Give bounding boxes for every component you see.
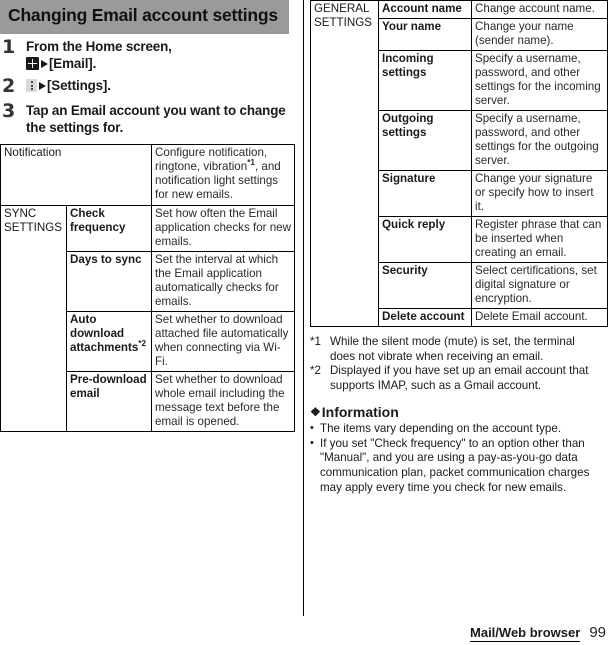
table-cell-description: Select certifications, set digital signa… bbox=[471, 262, 608, 310]
step-text: Tap an Email account you want to change … bbox=[26, 103, 286, 136]
bullet-icon: • bbox=[310, 422, 314, 435]
bullet-icon: • bbox=[310, 436, 314, 449]
information-heading-label: Information bbox=[321, 404, 399, 421]
arrow-right-icon bbox=[41, 60, 48, 69]
footnote-item: *1 While the silent mode (mute) is set, … bbox=[310, 335, 602, 364]
table-cell-description: Change your signature or specify how to … bbox=[471, 170, 608, 218]
footnote-text: While the silent mode (mute) is set, the… bbox=[330, 335, 575, 363]
table-cell-group: SYNC SETTINGS bbox=[0, 204, 67, 432]
list-item-text: If you set "Check frequency" to an optio… bbox=[320, 436, 590, 494]
table-cell-description: Set the interval at which the Email appl… bbox=[151, 250, 296, 312]
table-cell-item: Your name bbox=[378, 18, 472, 52]
general-settings-table: GENERAL SETTINGS Account name Change acc… bbox=[310, 0, 608, 328]
step-text-post: [Email]. bbox=[49, 56, 97, 72]
table-cell-description: Register phrase that can be inserted whe… bbox=[471, 216, 608, 264]
table-row: Notification Configure notification, rin… bbox=[0, 144, 296, 206]
step-number: 2 bbox=[2, 75, 16, 98]
table-cell-item: Signature bbox=[378, 170, 472, 218]
arrow-right-icon bbox=[39, 82, 46, 91]
table-row: SYNC SETTINGS Check frequency Set how of… bbox=[0, 204, 296, 432]
table-cell-description: Set whether to download attached file au… bbox=[151, 310, 296, 372]
item-pre: Auto download attachments bbox=[70, 312, 139, 354]
step-number: 3 bbox=[2, 100, 16, 123]
table-cell-item: Account name bbox=[378, 0, 472, 20]
table-cell-description: Specify a username, password, and other … bbox=[471, 110, 608, 172]
step-text-post: [Settings]. bbox=[47, 78, 111, 94]
section-title: Changing Email account settings bbox=[0, 0, 289, 34]
step-number: 1 bbox=[2, 35, 16, 58]
information-list: • The items vary depending on the accoun… bbox=[310, 422, 600, 495]
footnote-marker: *1 bbox=[310, 335, 321, 349]
table-cell-item: Check frequency bbox=[65, 204, 153, 252]
table-cell-description: Specify a username, password, and other … bbox=[471, 50, 608, 112]
table-cell-item: Incoming settings bbox=[378, 50, 472, 112]
footnote-ref: *2 bbox=[138, 338, 147, 348]
footnotes: *1 While the silent mode (mute) is set, … bbox=[310, 335, 602, 393]
table-cell-item: Security bbox=[378, 262, 472, 310]
page-footer: Mail/Web browser 99 bbox=[470, 624, 606, 642]
table-cell-item: Notification bbox=[0, 144, 153, 206]
overflow-menu-icon bbox=[26, 79, 37, 93]
table-cell-item: Auto download attachments*2 bbox=[65, 310, 153, 372]
step-item: 2 [Settings]. bbox=[0, 75, 297, 98]
footnote-text: Displayed if you have set up an email ac… bbox=[330, 364, 589, 392]
step-item: 3 Tap an Email account you want to chang… bbox=[0, 100, 297, 136]
table-cell-description: Set whether to download whole email incl… bbox=[151, 370, 296, 432]
footnote-ref: *1 bbox=[247, 158, 255, 168]
step-text-pre: From the Home screen, bbox=[26, 38, 172, 54]
manual-page: Changing Email account settings 1 From t… bbox=[0, 0, 609, 645]
footnote-marker: *2 bbox=[310, 364, 321, 378]
footer-page-number: 99 bbox=[589, 624, 606, 641]
sync-settings-table: Notification Configure notification, rin… bbox=[0, 144, 296, 432]
footnote-item: *2 Displayed if you have set up an email… bbox=[310, 364, 602, 393]
table-cell-item: Outgoing settings bbox=[378, 110, 472, 172]
procedure-steps: 1 From the Home screen, [Email]. 2 [Sett… bbox=[0, 35, 297, 137]
diamond-icon: ❖ bbox=[310, 405, 321, 420]
table-cell-item: Pre-download email bbox=[65, 370, 153, 432]
step-item: 1 From the Home screen, [Email]. bbox=[0, 35, 297, 72]
list-item-text: The items vary depending on the account … bbox=[320, 422, 562, 436]
table-cell-description: Delete Email account. bbox=[471, 308, 608, 328]
table-cell-item: Quick reply bbox=[378, 216, 472, 264]
table-cell-item: Days to sync bbox=[65, 250, 153, 312]
footer-chapter-title: Mail/Web browser bbox=[470, 625, 581, 642]
table-cell-description: Change your name (sender name). bbox=[471, 18, 608, 52]
right-page-column: GENERAL SETTINGS Account name Change acc… bbox=[304, 0, 609, 645]
list-item: • The items vary depending on the accoun… bbox=[310, 422, 600, 437]
left-page-column: Changing Email account settings 1 From t… bbox=[0, 0, 303, 645]
table-cell-description: Set how often the Email application chec… bbox=[151, 204, 296, 252]
information-heading: ❖ Information bbox=[310, 404, 609, 420]
table-cell-group: GENERAL SETTINGS bbox=[310, 0, 379, 328]
table-cell-description: Change account name. bbox=[471, 0, 608, 20]
step-text: From the Home screen, [Email]. bbox=[26, 38, 297, 72]
app-drawer-grid-icon bbox=[26, 57, 39, 71]
list-item: • If you set "Check frequency" to an opt… bbox=[310, 437, 600, 495]
table-cell-item: Delete account bbox=[378, 308, 472, 328]
table-cell-description: Configure notification, ringtone, vibrat… bbox=[151, 144, 296, 206]
step-text: [Settings]. bbox=[26, 77, 297, 94]
table-row: GENERAL SETTINGS Account name Change acc… bbox=[310, 0, 608, 328]
